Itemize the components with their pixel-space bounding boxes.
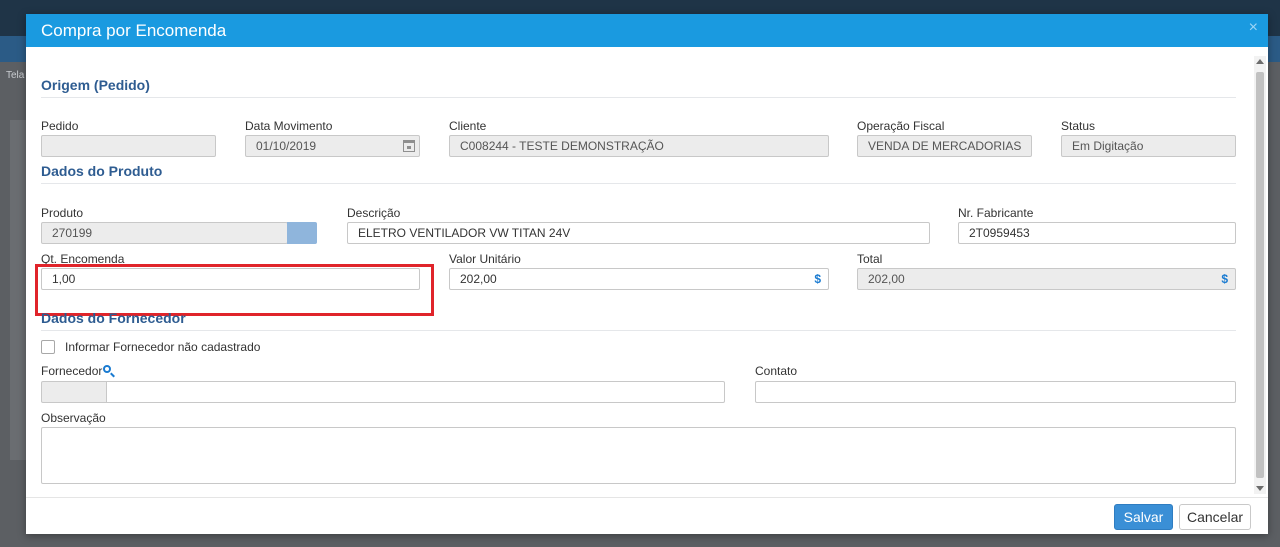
valor-unitario-value: 202,00 (460, 272, 497, 286)
produto-input[interactable]: 270199 (41, 222, 288, 244)
scroll-down-icon[interactable] (1256, 486, 1264, 491)
data-movimento-value: 01/10/2019 (256, 139, 317, 153)
background-tab-text: Tela (6, 70, 25, 81)
nr-fabricante-label: Nr. Fabricante (958, 206, 1034, 220)
modal-body: Origem (Pedido) Pedido Data Movimento 01… (26, 47, 1250, 497)
total-value: 202,00 (868, 272, 905, 286)
cliente-input[interactable]: C008244 - TESTE DEMONSTRAÇÃO (449, 135, 829, 157)
fornecedor-code-input[interactable] (41, 381, 107, 403)
modal-scrollbar[interactable] (1254, 56, 1266, 494)
operacao-fiscal-label: Operação Fiscal (857, 119, 945, 133)
status-label: Status (1061, 119, 1096, 133)
compra-encomenda-modal: Compra por Encomenda × Origem (Pedido) P… (26, 14, 1268, 534)
descricao-input[interactable]: ELETRO VENTILADOR VW TITAN 24V (347, 222, 930, 244)
total-input[interactable]: 202,00 $ (857, 268, 1236, 290)
data-movimento-label: Data Movimento (245, 119, 333, 133)
modal-header: Compra por Encomenda × (26, 14, 1268, 47)
pedido-label: Pedido (41, 119, 79, 133)
cliente-label: Cliente (449, 119, 487, 133)
observacao-textarea[interactable] (41, 427, 1236, 484)
save-button[interactable]: Salvar (1114, 504, 1173, 530)
produto-label: Produto (41, 206, 84, 220)
nr-fabricante-input[interactable]: 2T0959453 (958, 222, 1236, 244)
close-icon[interactable]: × (1249, 19, 1258, 37)
data-movimento-input[interactable]: 01/10/2019 (245, 135, 420, 157)
fornecedor-nao-cadastrado-label: Informar Fornecedor não cadastrado (65, 340, 261, 354)
fornecedor-nao-cadastrado-checkbox[interactable] (41, 340, 55, 354)
search-icon[interactable] (103, 365, 111, 373)
modal-footer: Salvar Cancelar (26, 497, 1268, 535)
total-label: Total (857, 252, 883, 266)
scroll-up-icon[interactable] (1256, 59, 1264, 64)
pedido-input[interactable] (41, 135, 216, 157)
produto-lookup-button[interactable] (287, 222, 317, 244)
contato-label: Contato (755, 364, 798, 378)
contato-input[interactable] (755, 381, 1236, 403)
observacao-label: Observação (41, 411, 106, 425)
currency-icon: $ (1221, 272, 1228, 286)
status-input[interactable]: Em Digitação (1061, 135, 1236, 157)
calendar-icon[interactable] (403, 140, 415, 152)
modal-title: Compra por Encomenda (41, 21, 227, 40)
fornecedor-label: Fornecedor (41, 364, 103, 378)
fornecedor-name-input[interactable] (106, 381, 725, 403)
cancel-button[interactable]: Cancelar (1179, 504, 1251, 530)
valor-unitario-input[interactable]: 202,00 $ (449, 268, 829, 290)
valor-unitario-label: Valor Unitário (449, 252, 521, 266)
section-produto-title: Dados do Produto (41, 163, 1236, 184)
highlight-box (35, 264, 434, 316)
operacao-fiscal-input[interactable]: VENDA DE MERCADORIAS (857, 135, 1032, 157)
scroll-thumb[interactable] (1256, 72, 1264, 478)
section-origem-title: Origem (Pedido) (41, 77, 1236, 98)
section-fornecedor-title: Dados do Fornecedor (41, 310, 1236, 331)
currency-icon: $ (814, 272, 821, 286)
descricao-label: Descrição (347, 206, 401, 220)
